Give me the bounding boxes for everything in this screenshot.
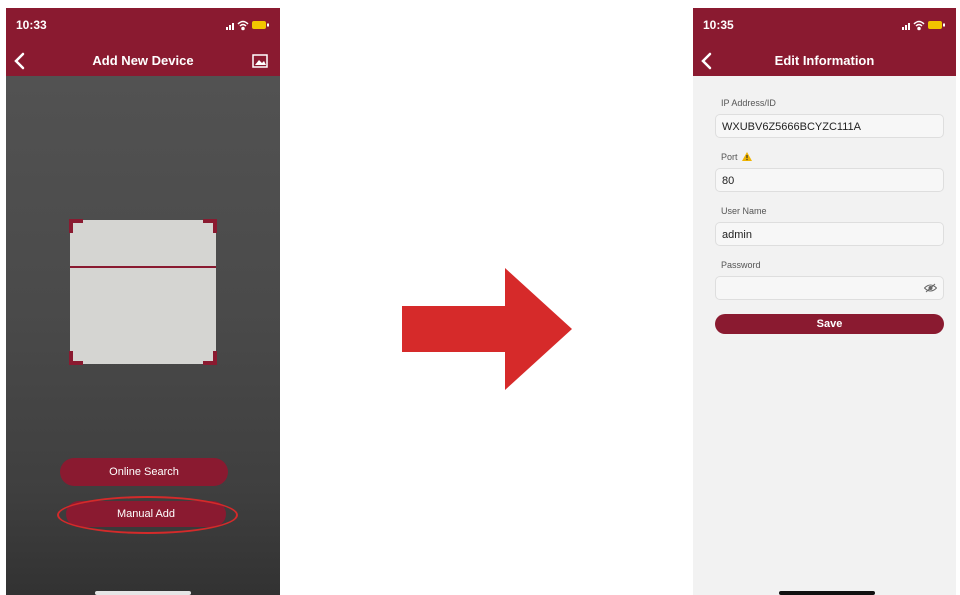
password-field[interactable] bbox=[715, 276, 944, 300]
signal-icon bbox=[902, 23, 910, 30]
scan-corner bbox=[69, 219, 83, 233]
nav-bar: Add New Device bbox=[6, 46, 280, 76]
camera-preview: Online Search Manual Add bbox=[6, 76, 280, 595]
user-name-field[interactable]: admin bbox=[715, 222, 944, 246]
signal-icon bbox=[226, 23, 234, 30]
ip-address-field[interactable]: WXUBV6Z5666BCYZC111A bbox=[715, 114, 944, 138]
page-title: Edit Information bbox=[774, 53, 875, 68]
page-title: Add New Device bbox=[92, 53, 194, 68]
scan-line bbox=[70, 266, 216, 268]
scan-corner bbox=[69, 351, 83, 365]
status-icons bbox=[902, 20, 945, 31]
battery-icon bbox=[928, 21, 945, 29]
highlight-ellipse bbox=[57, 496, 238, 534]
scan-corner bbox=[203, 219, 217, 233]
status-time: 10:35 bbox=[703, 18, 734, 32]
status-bar: 10:33 bbox=[6, 8, 280, 46]
status-icons bbox=[226, 20, 269, 31]
warning-icon bbox=[742, 152, 753, 161]
password-label: Password bbox=[721, 260, 761, 270]
home-indicator bbox=[95, 591, 191, 595]
wifi-icon bbox=[237, 20, 249, 31]
edit-information-screen: 10:35 Edit Information IP Address/ID WXU… bbox=[693, 8, 956, 595]
edit-form: IP Address/ID WXUBV6Z5666BCYZC111A Port … bbox=[715, 98, 944, 334]
port-label: Port bbox=[721, 152, 738, 162]
home-indicator bbox=[779, 591, 875, 595]
status-time: 10:33 bbox=[16, 18, 47, 32]
ip-address-label: IP Address/ID bbox=[721, 98, 776, 108]
user-name-label: User Name bbox=[721, 206, 767, 216]
wifi-icon bbox=[913, 20, 925, 31]
port-label-row: Port bbox=[721, 152, 944, 162]
arrow-right-icon bbox=[402, 268, 572, 390]
save-button[interactable]: Save bbox=[715, 314, 944, 334]
nav-bar: Edit Information bbox=[693, 46, 956, 76]
scan-corner bbox=[203, 351, 217, 365]
online-search-button[interactable]: Online Search bbox=[60, 458, 228, 486]
gallery-icon[interactable] bbox=[252, 54, 268, 68]
eye-icon[interactable] bbox=[924, 283, 937, 293]
add-device-screen: 10:33 Add New Device Online Search Manua… bbox=[6, 8, 280, 595]
qr-scan-frame bbox=[69, 219, 217, 365]
battery-icon bbox=[252, 21, 269, 29]
port-field[interactable]: 80 bbox=[715, 168, 944, 192]
status-bar: 10:35 bbox=[693, 8, 956, 46]
